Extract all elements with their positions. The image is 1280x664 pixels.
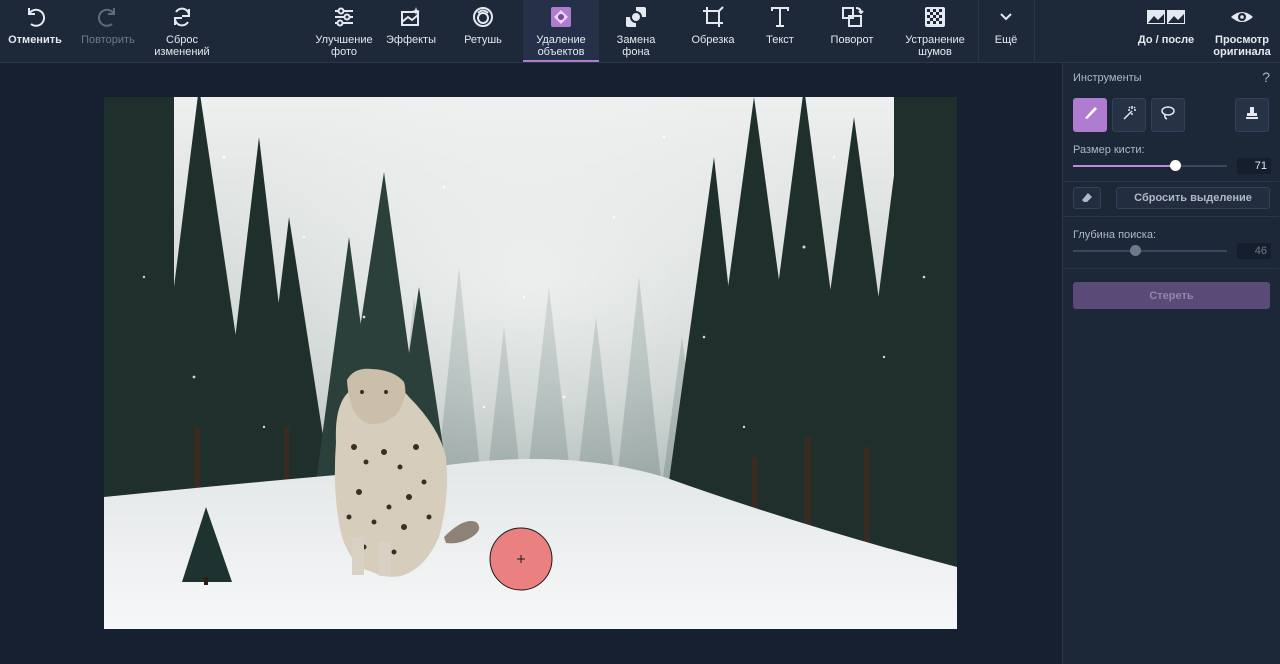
main-toolbar: Отменить Повторить Сброс изменений Улучш… [0, 0, 1280, 63]
photo-canvas[interactable] [104, 97, 957, 629]
denoise-label: Устранение шумов [905, 34, 965, 58]
sliders-icon [332, 2, 356, 32]
lasso-icon [1159, 105, 1177, 126]
before-after-icon [1146, 2, 1186, 32]
text-icon [768, 2, 792, 32]
brush-cursor [489, 527, 553, 591]
retouch-label: Ретушь [464, 34, 502, 46]
brush-size-label: Размер кисти: [1073, 144, 1145, 156]
canvas-area[interactable] [0, 63, 1062, 664]
reset-changes-label: Сброс изменений [154, 34, 210, 58]
replace-background-button[interactable]: Замена фона [604, 0, 668, 62]
undo-icon [23, 2, 47, 32]
remove-objects-button[interactable]: Удаление объектов [523, 0, 599, 62]
lasso-tool-button[interactable] [1151, 98, 1185, 132]
preview-original-label: Просмотр оригинала [1213, 34, 1271, 58]
brush-size-slider[interactable] [1073, 160, 1227, 171]
effects-icon [399, 2, 423, 32]
face-icon [471, 2, 495, 32]
search-depth-slider[interactable] [1073, 245, 1227, 256]
divider [1063, 181, 1279, 182]
divider [1063, 268, 1279, 269]
refresh-icon [170, 2, 194, 32]
crop-button[interactable]: Обрезка [682, 0, 744, 62]
crop-label: Обрезка [691, 34, 735, 46]
toolbar-divider [1034, 0, 1035, 62]
rotate-button[interactable]: Поворот [820, 0, 884, 62]
stamp-tool-button[interactable] [1235, 98, 1269, 132]
magic-wand-tool-button[interactable] [1112, 98, 1146, 132]
tools-panel: Инструменты ? Размер кисти: 71 Сбросить … [1062, 63, 1280, 664]
more-button[interactable]: Ещё [980, 0, 1032, 62]
brush-size-value[interactable]: 71 [1237, 158, 1271, 174]
noise-icon [923, 2, 947, 32]
remove-objects-label: Удаление объектов [536, 34, 586, 58]
erase-button[interactable]: Стереть [1073, 282, 1270, 309]
retouch-button[interactable]: Ретушь [454, 0, 512, 62]
panel-title: Инструменты [1073, 72, 1142, 84]
text-button[interactable]: Текст [752, 0, 808, 62]
brush-icon [1082, 105, 1098, 126]
effects-button[interactable]: Эффекты [380, 0, 442, 62]
brush-tool-button[interactable] [1073, 98, 1107, 132]
before-after-button[interactable]: До / после [1128, 0, 1204, 62]
stamp-icon [1244, 105, 1260, 126]
before-after-label: До / после [1137, 34, 1195, 46]
undo-label: Отменить [8, 34, 62, 46]
denoise-button[interactable]: Устранение шумов [898, 0, 972, 62]
preview-original-button[interactable]: Просмотр оригинала [1208, 0, 1276, 62]
brush-size-slider-handle[interactable] [1169, 160, 1181, 171]
redo-label: Повторить [81, 34, 135, 46]
search-depth-label: Глубина поиска: [1073, 229, 1157, 241]
reset-selection-button[interactable]: Сбросить выделение [1116, 187, 1270, 209]
effects-label: Эффекты [385, 34, 436, 46]
eraser-icon [1080, 190, 1094, 207]
reset-changes-button[interactable]: Сброс изменений [148, 0, 216, 62]
redo-icon [96, 2, 120, 32]
snow-leopard-forest-photo [104, 97, 957, 629]
crop-icon [701, 2, 725, 32]
text-label: Текст [766, 34, 794, 46]
toolbar-divider [978, 0, 979, 62]
more-label: Ещё [994, 34, 1018, 46]
eye-icon [1230, 2, 1254, 32]
redo-button[interactable]: Повторить [76, 0, 140, 62]
rotate-icon [840, 2, 864, 32]
eraser-button[interactable] [1073, 187, 1101, 209]
divider [1063, 216, 1279, 217]
magic-wand-icon [1121, 105, 1137, 126]
enhance-photo-button[interactable]: Улучшение фото [310, 0, 378, 62]
replace-background-icon [624, 2, 648, 32]
help-icon[interactable]: ? [1262, 69, 1270, 85]
search-depth-value[interactable]: 46 [1237, 243, 1271, 259]
chevron-down-icon [998, 2, 1014, 32]
remove-objects-icon [549, 2, 573, 32]
search-depth-slider-handle[interactable] [1129, 245, 1141, 256]
rotate-label: Поворот [830, 34, 874, 46]
brush-size-slider-fill [1073, 165, 1175, 167]
enhance-photo-label: Улучшение фото [315, 34, 373, 58]
undo-button[interactable]: Отменить [4, 0, 66, 62]
replace-background-label: Замена фона [616, 34, 656, 58]
